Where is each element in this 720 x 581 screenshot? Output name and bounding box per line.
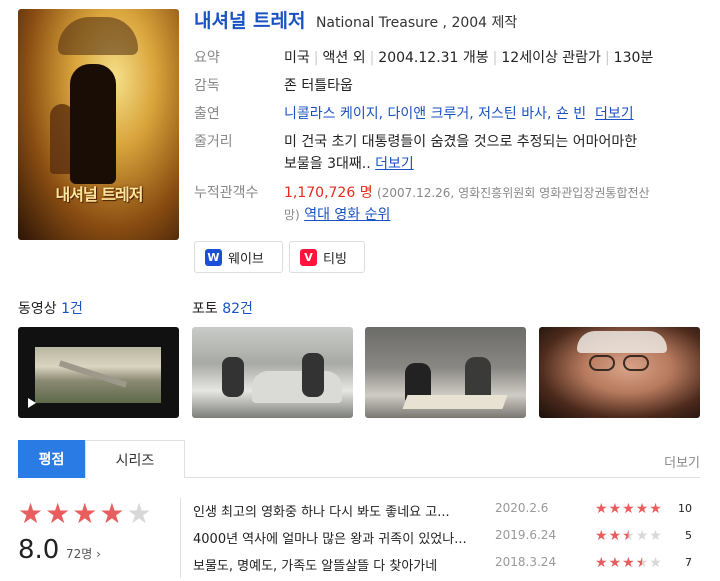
review-date: 2020.2.6 <box>495 501 549 515</box>
photo-glasses <box>623 355 649 371</box>
video-label: 동영상 <box>18 301 57 317</box>
review-item[interactable]: 보물도, 명예도, 가족도 알뜰살뜰 다 찾아가네 2018.3.24 ★ ★ ★ ★… <box>193 555 700 575</box>
star-empty-icon: ★ <box>126 497 152 530</box>
tabs-more-link[interactable]: 더보기 <box>664 452 700 471</box>
photo-hair <box>577 331 667 353</box>
summary-genre: 액션 외 <box>322 50 366 66</box>
rating-count: 72명 <box>66 547 93 561</box>
ott-wavve-label: 웨이브 <box>228 251 264 267</box>
star-icon: ★ <box>72 497 98 530</box>
review-score: 5 <box>685 529 692 542</box>
review-score: 7 <box>685 556 692 569</box>
photo-thumbnail-3[interactable] <box>539 327 700 418</box>
plot-label: 줄거리 <box>194 134 233 150</box>
photo-person <box>222 357 244 397</box>
photo-person <box>302 353 324 397</box>
review-text: 4000년 역사에 얼마나 많은 왕과 귀족이 있었나... <box>193 532 467 547</box>
review-date: 2019.6.24 <box>495 528 557 542</box>
tab-series[interactable]: 시리즈 <box>85 440 185 478</box>
review-item[interactable]: 4000년 역사에 얼마나 많은 왕과 귀족이 있었나... 2019.6.24… <box>193 528 700 548</box>
summary-age-rating: 12세이상 관람가 <box>501 50 601 66</box>
audience-note: (2007.12.26, 영화진흥위원회 영화관입장권통합전산 <box>377 186 650 200</box>
audience-note-end: 망) <box>284 208 300 222</box>
tab-rating[interactable]: 평점 <box>18 440 85 478</box>
video-thumbnail[interactable] <box>18 327 179 418</box>
review-score: 10 <box>678 502 692 515</box>
ott-tving-button[interactable]: V 티빙 <box>289 241 365 273</box>
ott-wavve-button[interactable]: W 웨이브 <box>194 241 283 273</box>
plot-line-1: 미 건국 초기 대통령들이 숨겼을 것으로 추정되는 어마어마한 <box>284 134 638 150</box>
poster-face <box>58 17 138 55</box>
plot-line-2: 보물을 3대째.. <box>284 156 371 172</box>
star-icon: ★ <box>99 497 125 530</box>
photo-map <box>402 395 508 409</box>
chevron-right-icon: › <box>96 547 101 561</box>
photo-glasses <box>589 355 615 371</box>
review-stars: ★ ★ ★ ★ ★ <box>595 501 662 517</box>
poster-logo: 내셔널 트레저 <box>55 185 144 204</box>
director-label: 감독 <box>194 78 220 94</box>
summary-label: 요약 <box>194 50 220 66</box>
movie-title-row: 내셔널 트레저 National Treasure , 2004 제작 <box>194 6 517 33</box>
wavve-icon: W <box>205 248 222 266</box>
star-icon: ★ <box>45 497 71 530</box>
video-count: 1건 <box>61 301 83 317</box>
ott-tving-label: 티빙 <box>323 251 347 267</box>
director-link[interactable]: 존 터틀타웁 <box>284 75 704 97</box>
review-stars: ★ ★ ★ ★ ★ <box>595 528 662 544</box>
photo-label: 포토 <box>192 301 218 317</box>
photo-thumbnail-2[interactable] <box>365 327 526 418</box>
photo-car <box>252 371 342 403</box>
audience-rank-link[interactable]: 역대 영화 순위 <box>304 207 390 223</box>
movie-subtitle: National Treasure , 2004 제작 <box>315 15 518 31</box>
review-item[interactable]: 인생 최고의 영화중 하나 다시 봐도 좋네요 고... 2020.2.6 ★ ★… <box>193 501 700 521</box>
video-section-label[interactable]: 동영상 1건 <box>18 298 83 318</box>
review-date: 2018.3.24 <box>495 555 557 569</box>
rating-tabs: 평점 시리즈 더보기 <box>18 440 700 478</box>
cast-value: 니콜라스 케이지, 다이앤 크루거, 저스틴 바사, 숀 빈 더보기 <box>284 103 704 125</box>
rating-stars: ★ ★ ★ ★ ★ <box>18 500 154 528</box>
plot-more-link[interactable]: 더보기 <box>375 156 414 172</box>
cast-links[interactable]: 니콜라스 케이지, 다이앤 크루거, 저스틴 바사, 숀 빈 <box>284 106 586 122</box>
tving-icon: V <box>300 248 317 266</box>
review-text: 인생 최고의 영화중 하나 다시 봐도 좋네요 고... <box>193 505 450 520</box>
photo-count: 82건 <box>222 301 253 317</box>
summary-country: 미국 <box>284 50 310 66</box>
rating-score: 8.0 <box>18 535 60 565</box>
plot-value: 미 건국 초기 대통령들이 숨겼을 것으로 추정되는 어마어마한 보물을 3대째… <box>284 131 704 175</box>
summary-release: 2004.12.31 개봉 <box>378 50 489 66</box>
audience-count: 1,170,726 명 <box>284 185 373 201</box>
audience-label: 누적관객수 <box>194 185 259 201</box>
rating-count-link[interactable]: 72명 › <box>66 545 101 562</box>
movie-poster[interactable]: 내셔널 트레저 <box>18 9 179 240</box>
poster-figure <box>70 64 116 184</box>
play-icon <box>28 398 36 408</box>
movie-title[interactable]: 내셔널 트레저 <box>194 10 306 32</box>
photo-thumbnail-1[interactable] <box>192 327 353 418</box>
summary-runtime: 130분 <box>613 50 654 66</box>
cast-more-link[interactable]: 더보기 <box>595 106 634 122</box>
cast-label: 출연 <box>194 106 220 122</box>
audience-value: 1,170,726 명 (2007.12.26, 영화진흥위원회 영화관입장권통… <box>284 182 704 226</box>
summary-value: 미국 | 액션 외 | 2004.12.31 개봉 | 12세이상 관람가 | 130분 <box>284 50 654 66</box>
photo-section-label[interactable]: 포토 82건 <box>192 298 253 318</box>
review-text: 보물도, 명예도, 가족도 알뜰살뜰 다 찾아가네 <box>193 559 438 574</box>
review-stars: ★ ★ ★ ★ ★ <box>595 555 662 571</box>
star-icon: ★ <box>18 497 44 530</box>
rating-divider <box>180 498 181 578</box>
